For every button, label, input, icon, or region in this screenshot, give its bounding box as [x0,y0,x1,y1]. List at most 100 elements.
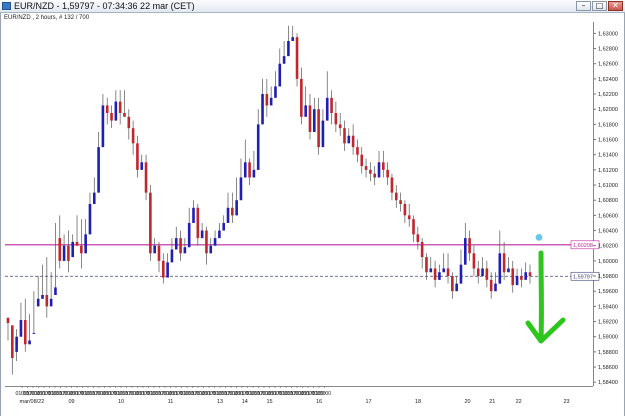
candle-body [399,200,402,204]
candle-body [71,241,75,258]
candle-body [369,169,372,174]
candle-body [334,113,338,125]
candle-body [105,105,109,113]
annotations [525,233,566,344]
date-label: 18 [415,399,421,405]
candle-body [300,78,303,117]
price-tick-label: 1,59200 [598,320,618,326]
candles [6,25,532,375]
candle-body [455,283,458,292]
candle-body [468,238,471,254]
time-tick-label: 09:00 [318,391,331,397]
candle-body [92,192,96,204]
price-tick-label: 1,63000 [598,31,618,37]
candle-body [32,332,36,334]
candle-body [386,169,389,178]
candle-body [364,166,368,170]
price-axis: 1,63000 1,62800 1,62600 1,62400 1,62200 1,620… [593,31,618,386]
candle-body [226,207,230,223]
candle-body [489,279,493,292]
candle-body [88,204,92,235]
candle-body [192,207,195,223]
candle-body [15,336,18,352]
candle-body [153,245,156,254]
date-label: 11 [168,399,174,405]
candle-body [451,276,454,292]
candle-body [209,245,213,254]
candle-body [97,147,100,193]
price-tick-label: 1,62400 [598,77,618,83]
candle-body [425,257,428,273]
candle-body [394,192,398,201]
candle-body [11,325,14,358]
candle-body [438,272,441,280]
candle-body [222,222,226,231]
price-chart[interactable]: 1,60208 1,59797 1,63000 1,62800 1,62600 1,62… [0,0,625,416]
candle-body [481,268,484,277]
down-arrow-head [525,317,566,344]
candle-body [338,124,342,129]
price-tick-label: 1,62000 [598,107,618,113]
candle-body [174,238,178,250]
date-label: 13 [217,399,223,405]
candle-body [317,109,320,148]
candle-body [485,268,489,280]
price-tick-label: 1,60600 [598,213,618,219]
candle-body [524,272,527,280]
candle-body [269,97,273,106]
price-tick-label: 1,59400 [598,304,618,310]
candle-body [429,268,433,273]
candle-body [84,234,87,254]
candle-body [528,272,532,277]
candle-body [49,298,53,307]
candle-body [256,124,260,170]
price-tick-label: 1,58600 [598,365,618,371]
price-tick-label: 1,60000 [598,259,618,265]
candle-body [459,264,463,284]
price-tick-label: 1,58400 [598,380,618,386]
date-label: 10 [118,399,124,405]
candle-body [187,222,191,248]
candle-body [520,276,523,280]
price-tick-label: 1,61800 [598,122,618,128]
candle-body [183,247,187,254]
candle-body [28,340,31,345]
candle-body [494,283,497,292]
candle-body [248,162,251,178]
candle-body [231,207,234,216]
price-tick-label: 1,60200 [598,244,618,250]
candle-body [110,113,113,121]
candle-body [67,245,70,261]
date-label: 09 [68,399,74,405]
candle-body [360,154,364,167]
candle-body [265,94,269,106]
candle-body [101,105,105,148]
candle-body [118,101,122,113]
price-tick-label: 1,59600 [598,289,618,295]
candle-body [123,113,126,117]
candle-body [136,143,139,170]
candle-body [58,238,62,261]
candle-body [308,105,312,132]
candle-body [200,230,204,239]
candle-body [390,177,394,193]
candle-body [114,101,118,121]
signal-dot [535,233,543,241]
price-level-label: 1,60208 [573,243,593,249]
candle-body [41,295,44,299]
candle-body [515,276,519,286]
candle-body [252,169,256,178]
candle-body [343,128,346,144]
candle-body [282,56,286,64]
price-tick-label: 1,61000 [598,183,618,189]
candle-body [442,268,446,273]
date-label: 23 [563,399,569,405]
candle-body [502,253,506,273]
candle-body [149,192,152,254]
candle-body [304,105,307,117]
price-tick-label: 1,62800 [598,47,618,53]
candle-body [416,234,420,242]
candle-body [472,253,476,269]
candle-body [321,120,325,148]
date-label: 20 [464,399,470,405]
